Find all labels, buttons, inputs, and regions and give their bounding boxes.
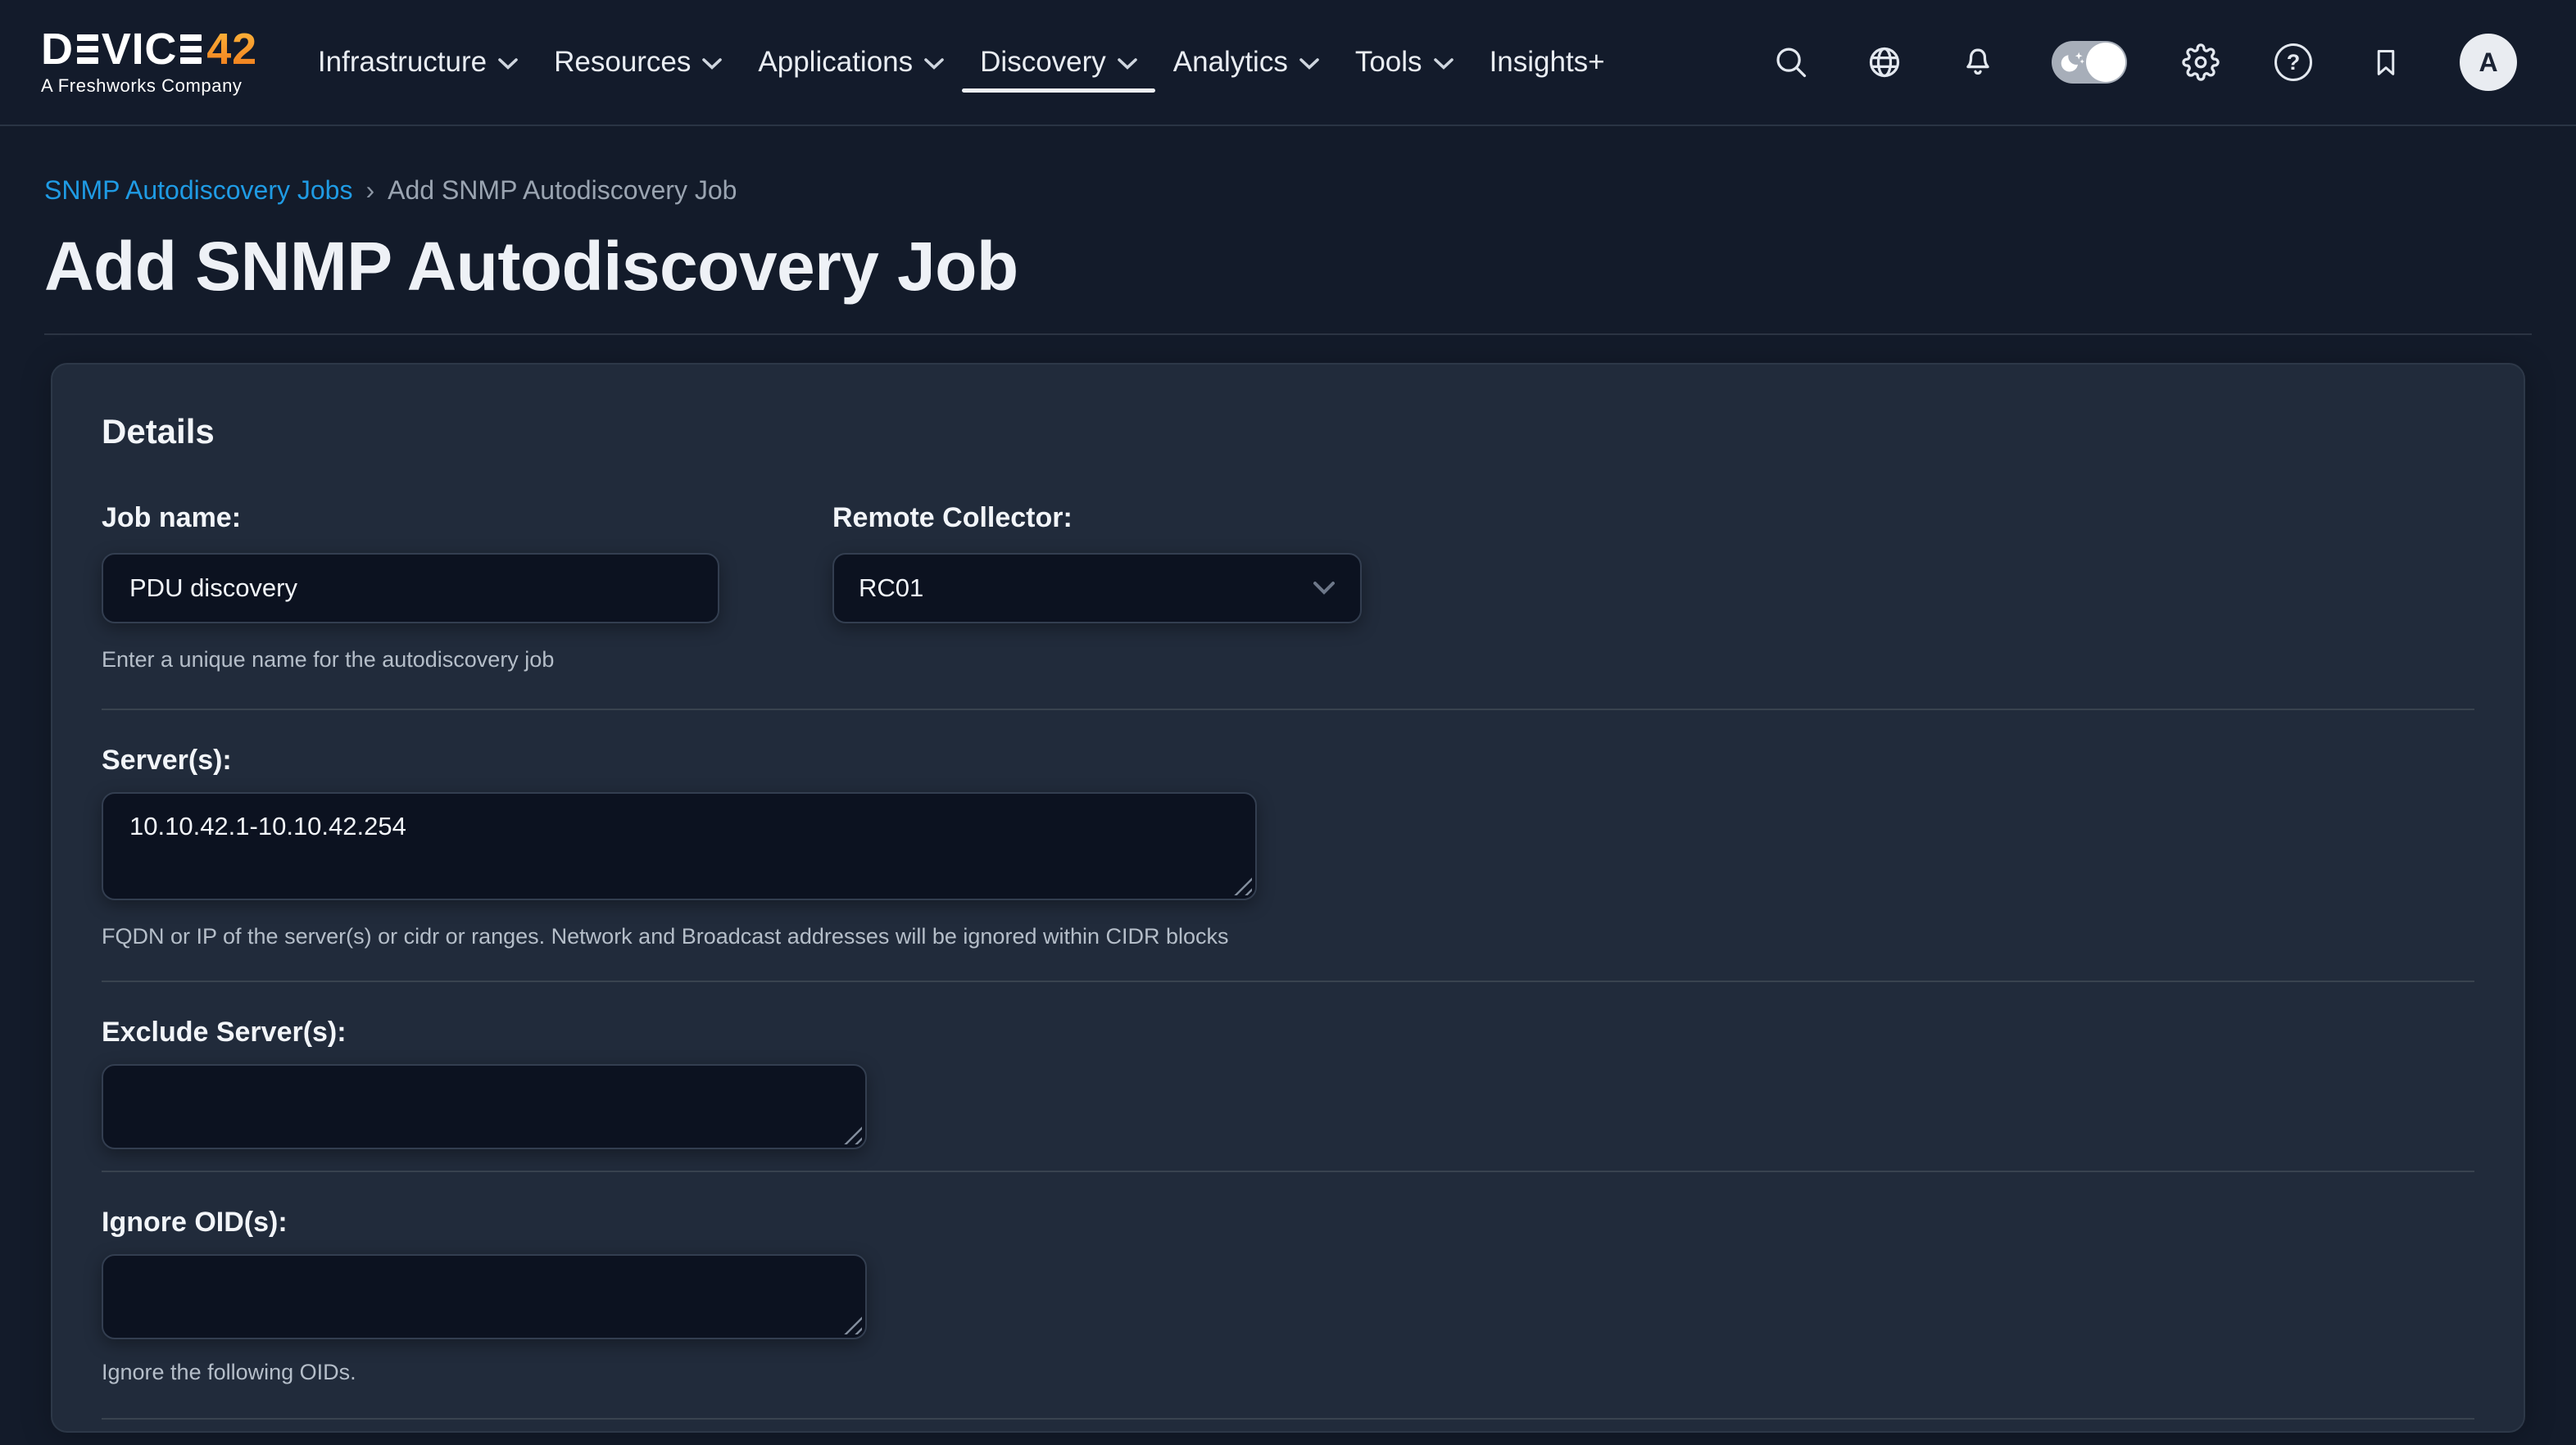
theme-toggle-knob[interactable] <box>2086 43 2125 82</box>
page-title: Add SNMP Autodiscovery Job <box>44 229 2532 304</box>
menu-item-tools[interactable]: Tools <box>1337 0 1472 125</box>
device42-logo[interactable]: D VIC 42 A Freshworks Company <box>41 28 257 97</box>
bookmark-icon[interactable] <box>2366 43 2406 82</box>
chevron-down-icon <box>1118 58 1137 70</box>
exclude-servers-field <box>102 1064 867 1149</box>
servers-textarea[interactable]: 10.10.42.1-10.10.42.254 <box>102 792 1257 900</box>
selected-option: RC01 <box>859 573 923 603</box>
exclude-servers-label: Exclude Server(s): <box>102 1015 2474 1049</box>
ignore-oids-textarea[interactable] <box>102 1254 867 1339</box>
section-divider <box>102 981 2474 982</box>
remote-collector-select[interactable]: RC01 <box>832 553 1362 623</box>
ignore-oids-field <box>102 1254 867 1339</box>
menu-item-applications[interactable]: Applications <box>740 0 962 125</box>
ignore-oids-label: Ignore OID(s): <box>102 1205 2474 1239</box>
globe-icon[interactable] <box>1865 43 1904 82</box>
top-nav-bar: D VIC 42 A Freshworks Company Infrastructu… <box>0 0 2576 126</box>
section-divider <box>102 709 2474 710</box>
card-heading: Details <box>102 365 2474 451</box>
menu-item-analytics[interactable]: Analytics <box>1155 0 1337 125</box>
stylized-e-glyph <box>180 34 202 65</box>
settings-gear-icon[interactable] <box>2181 43 2220 82</box>
page-content: SNMP Autodiscovery Jobs › Add SNMP Autod… <box>0 175 2576 1433</box>
chevron-down-icon <box>1434 58 1454 70</box>
brand-tagline: A Freshworks Company <box>41 75 257 97</box>
user-avatar[interactable]: A <box>2460 34 2517 91</box>
chevron-down-icon <box>702 58 722 70</box>
remote-collector-label: Remote Collector: <box>832 501 1362 535</box>
servers-help: FQDN or IP of the server(s) or cidr or r… <box>102 923 2474 949</box>
servers-field: 10.10.42.1-10.10.42.254 <box>102 792 1257 900</box>
breadcrumb-current: Add SNMP Autodiscovery Job <box>388 175 737 206</box>
menu-item-insights[interactable]: Insights+ <box>1472 0 1623 125</box>
breadcrumb-separator: › <box>365 175 374 206</box>
stylized-e-glyph <box>77 34 98 65</box>
title-divider <box>44 333 2532 335</box>
section-divider <box>102 1418 2474 1420</box>
menu-item-resources[interactable]: Resources <box>536 0 740 125</box>
brand-letters: VIC <box>102 28 177 70</box>
notifications-bell-icon[interactable] <box>1958 43 1998 82</box>
theme-toggle[interactable] <box>2052 41 2127 84</box>
nav-actions: ? A <box>1771 34 2517 91</box>
brand-42: 42 <box>206 28 257 70</box>
section-divider <box>102 1171 2474 1172</box>
exclude-servers-textarea[interactable] <box>102 1064 867 1149</box>
chevron-down-icon <box>1299 58 1319 70</box>
brand-letter: D <box>41 28 74 70</box>
details-card: Details Job name: Enter a unique name fo… <box>51 363 2525 1433</box>
moon-icon <box>2058 48 2088 77</box>
main-menu: Infrastructure Resources Applications Di… <box>300 0 1623 125</box>
chevron-down-icon <box>924 58 944 70</box>
servers-label: Server(s): <box>102 743 2474 777</box>
job-name-help: Enter a unique name for the autodiscover… <box>102 646 719 673</box>
form-row: Job name: Enter a unique name for the au… <box>102 501 2474 673</box>
chevron-down-icon <box>1313 581 1336 596</box>
search-icon[interactable] <box>1771 43 1811 82</box>
app-root: D VIC 42 A Freshworks Company Infrastructu… <box>0 0 2576 1445</box>
job-name-input[interactable] <box>102 553 719 623</box>
breadcrumb-link[interactable]: SNMP Autodiscovery Jobs <box>44 175 352 206</box>
menu-item-discovery[interactable]: Discovery <box>962 0 1155 125</box>
brand-wordmark: D VIC 42 <box>41 28 257 70</box>
menu-item-infrastructure[interactable]: Infrastructure <box>300 0 536 125</box>
chevron-down-icon <box>498 58 518 70</box>
remote-collector-field: Remote Collector: RC01 <box>832 501 1362 673</box>
breadcrumb: SNMP Autodiscovery Jobs › Add SNMP Autod… <box>44 175 2532 206</box>
job-name-field: Job name: Enter a unique name for the au… <box>102 501 719 673</box>
ignore-oids-help: Ignore the following OIDs. <box>102 1359 2474 1385</box>
job-name-label: Job name: <box>102 501 719 535</box>
help-icon[interactable]: ? <box>2274 43 2312 81</box>
